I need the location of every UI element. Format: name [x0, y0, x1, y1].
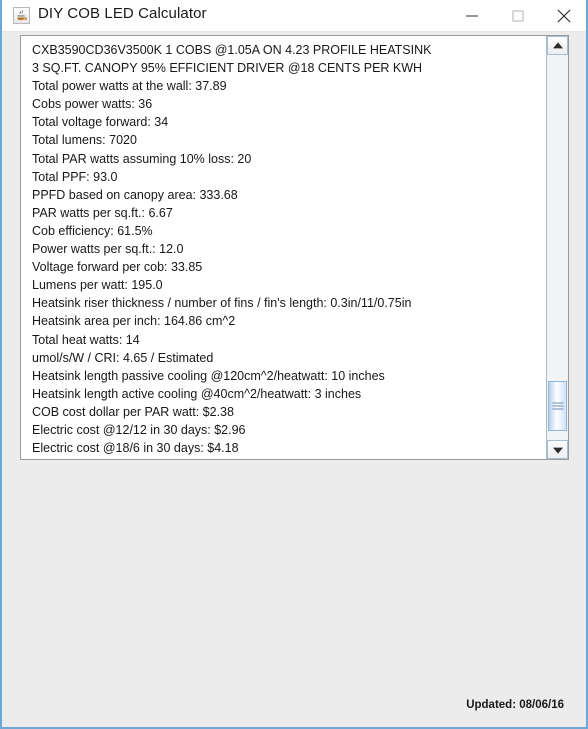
close-icon	[557, 9, 571, 22]
results-text-area-panel: CXB3590CD36V3500K 1 COBS @1.05A ON 4.23 …	[20, 35, 569, 460]
results-text-area[interactable]: CXB3590CD36V3500K 1 COBS @1.05A ON 4.23 …	[21, 36, 547, 459]
java-coffee-cup-icon	[13, 7, 30, 24]
scroll-up-button[interactable]	[547, 36, 568, 55]
output-line: Total lumens: 7020	[32, 133, 137, 148]
output-line: Heatsink length passive cooling @120cm^2…	[32, 368, 385, 383]
output-line: Heatsink riser thickness / number of fin…	[32, 296, 412, 311]
output-line: CXB3590CD36V3500K 1 COBS @1.05A ON 4.23 …	[32, 43, 432, 57]
output-line: PPFD based on canopy area: 333.68	[32, 187, 238, 202]
scrollbar-thumb[interactable]	[548, 381, 567, 431]
output-line: Total PPF: 93.0	[32, 169, 118, 184]
input-form-panel: Select Type of Cob CXB3590CD36V3500K Ent…	[2, 461, 586, 727]
output-line: Electric cost @18/6 in 30 days: $4.18	[32, 441, 239, 456]
output-line: Electric cost @12/12 in 30 days: $2.96	[32, 422, 246, 437]
output-line: Cobs power watts: 36	[32, 97, 153, 112]
output-line: Cob efficiency: 61.5%	[32, 223, 153, 238]
minimize-button[interactable]	[449, 0, 495, 31]
scroll-down-icon	[552, 447, 563, 454]
scroll-down-button[interactable]	[547, 440, 568, 459]
vertical-scrollbar[interactable]	[546, 36, 568, 459]
output-line: PAR watts per sq.ft.: 6.67	[32, 205, 173, 220]
output-line: Cost per cob: $47.62	[32, 457, 547, 459]
scrollbar-grip-icon	[552, 402, 563, 410]
window-title: DIY COB LED Calculator	[38, 5, 207, 22]
updated-timestamp: Updated: 08/06/16	[466, 699, 564, 711]
output-line: Total heat watts: 14	[32, 332, 140, 347]
output-line: Voltage forward per cob: 33.85	[32, 260, 203, 275]
output-line: Total voltage forward: 34	[32, 115, 169, 130]
title-bar: DIY COB LED Calculator	[2, 0, 586, 32]
minimize-icon	[466, 15, 478, 16]
output-line: 3 SQ.FT. CANOPY 95% EFFICIENT DRIVER @18…	[32, 61, 423, 76]
scroll-up-icon	[552, 41, 563, 48]
output-line: Lumens per watt: 195.0	[32, 278, 163, 293]
close-button[interactable]	[541, 0, 586, 31]
output-line: Heatsink area per inch: 164.86 cm^2	[32, 314, 236, 329]
output-line: Heatsink length active cooling @40cm^2/h…	[32, 386, 362, 401]
output-line: COB cost dollar per PAR watt: $2.38	[32, 404, 234, 419]
maximize-icon	[512, 10, 524, 21]
output-line: umol/s/W / CRI: 4.65 / Estimated	[32, 350, 214, 365]
output-line: Total power watts at the wall: 37.89	[32, 79, 227, 94]
output-line: Total PAR watts assuming 10% loss: 20	[32, 151, 252, 166]
application-window: DIY COB LED Calculator CXB3590CD36V3500K…	[0, 0, 588, 729]
maximize-button[interactable]	[495, 0, 541, 31]
output-line: Power watts per sq.ft.: 12.0	[32, 242, 184, 257]
